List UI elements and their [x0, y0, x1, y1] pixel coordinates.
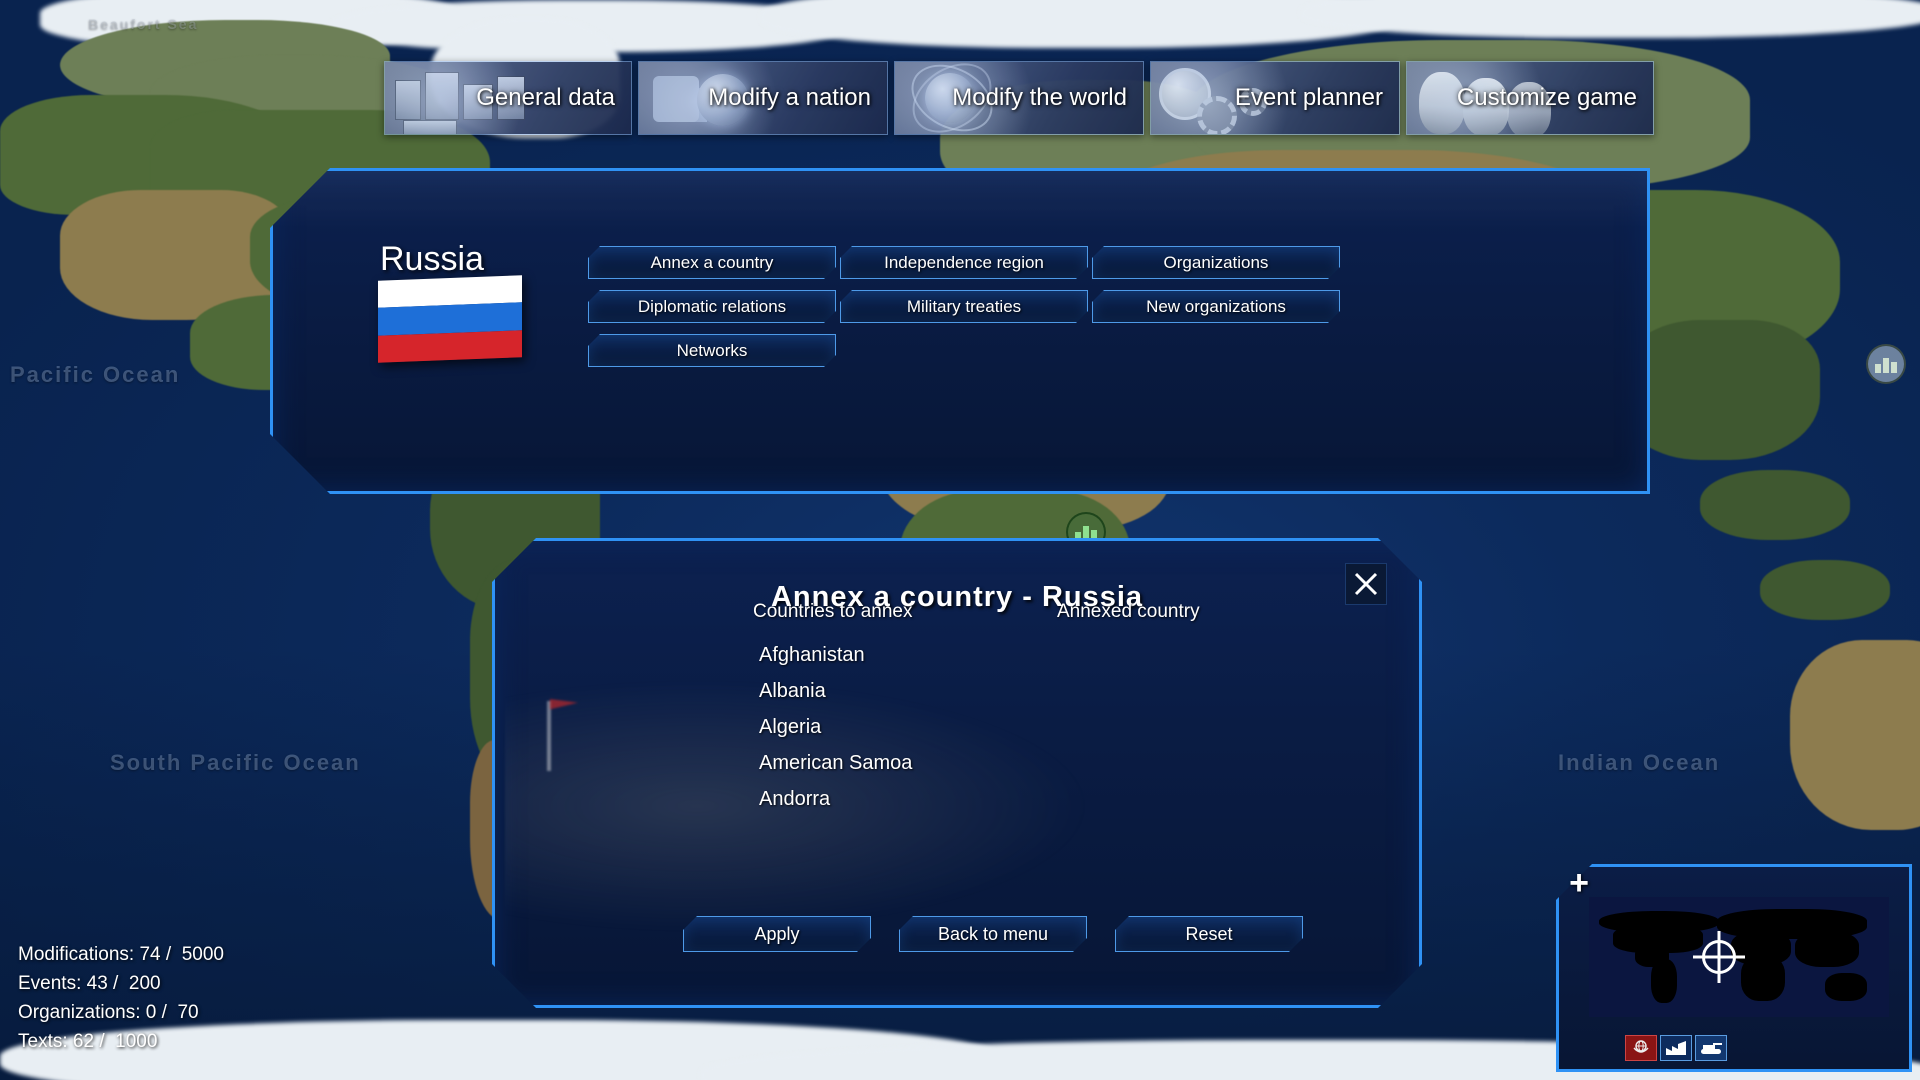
apply-button[interactable]: Apply [683, 916, 871, 952]
city-marker[interactable] [1866, 344, 1906, 384]
annexed-country-header: Annexed country [1057, 601, 1200, 622]
list-item[interactable]: Albania [759, 673, 969, 709]
minimap-expand-button[interactable]: + [1562, 866, 1596, 902]
country-flag [378, 275, 522, 363]
landmass [1620, 320, 1820, 460]
tab-label: Modify the world [952, 84, 1127, 111]
main-tab-bar[interactable]: General data Modify a nation Modify the … [384, 61, 1660, 135]
page-title: Russia [380, 240, 484, 278]
list-item[interactable]: Afghanistan [759, 637, 969, 673]
tab-label: Modify a nation [708, 84, 871, 111]
list-item[interactable]: Andorra [759, 781, 969, 817]
stat-events: Events: 43 / 200 [18, 973, 161, 994]
stat-organizations: Organizations: 0 / 70 [18, 1002, 199, 1023]
landmass [1700, 470, 1850, 540]
tab-customize-game[interactable]: Customize game [1406, 61, 1654, 135]
tab-label: General data [476, 84, 615, 111]
close-icon[interactable] [1345, 563, 1387, 605]
game-stats: Modifications: 74 / 5000 Events: 43 / 20… [18, 940, 224, 1056]
tab-modify-a-nation[interactable]: Modify a nation [638, 61, 888, 135]
diplomacy-layer-button[interactable] [1625, 1035, 1657, 1061]
tab-general-data[interactable]: General data [384, 61, 632, 135]
minimap-world[interactable] [1589, 897, 1889, 1017]
nation-button-new-organizations[interactable]: New organizations [1092, 290, 1340, 323]
nation-button-networks[interactable]: Networks [588, 334, 836, 367]
military-layer-button[interactable] [1695, 1035, 1727, 1061]
nation-button-diplomatic-relations[interactable]: Diplomatic relations [588, 290, 836, 323]
dialog-title: Annex a country - Russia [770, 581, 1144, 613]
stat-modifications: Modifications: 74 / 5000 [18, 944, 224, 965]
tab-label: Customize game [1456, 84, 1637, 111]
nation-button-independence-region[interactable]: Independence region [840, 246, 1088, 279]
nation-button-military-treaties[interactable]: Military treaties [840, 290, 1088, 323]
landmass [1760, 560, 1890, 620]
stat-texts: Texts: 62 / 1000 [18, 1031, 158, 1052]
countries-to-annex-list[interactable]: Afghanistan Albania Algeria American Sam… [759, 637, 969, 817]
list-item[interactable]: American Samoa [759, 745, 969, 781]
annex-country-dialog: Annex a country - Russia Countries to an… [492, 538, 1422, 1008]
minimap-panel[interactable] [1556, 864, 1912, 1072]
tab-label: Event planner [1234, 84, 1383, 111]
nation-button-annex-a-country[interactable]: Annex a country [588, 246, 836, 279]
map-pin-icon [547, 701, 551, 771]
countries-to-annex-header: Countries to annex [753, 601, 913, 622]
crosshair-icon [1693, 931, 1745, 983]
list-item[interactable]: Algeria [759, 709, 969, 745]
tab-event-planner[interactable]: Event planner [1150, 61, 1400, 135]
nation-button-organizations[interactable]: Organizations [1092, 246, 1340, 279]
economy-layer-button[interactable] [1660, 1035, 1692, 1061]
annexed-country-list[interactable] [1115, 637, 1365, 817]
back-to-menu-button[interactable]: Back to menu [899, 916, 1087, 952]
reset-button[interactable]: Reset [1115, 916, 1303, 952]
tab-modify-the-world[interactable]: Modify the world [894, 61, 1144, 135]
